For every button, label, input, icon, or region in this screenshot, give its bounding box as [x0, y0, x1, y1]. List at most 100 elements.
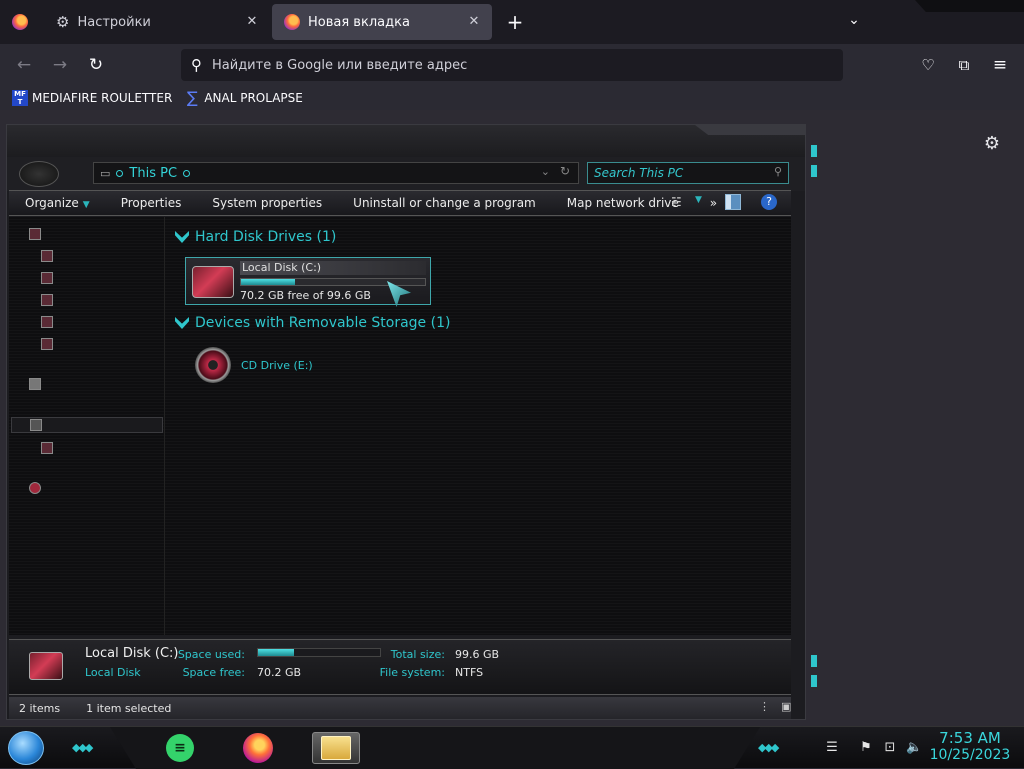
- drive-c-name: Local Disk (C:): [240, 261, 426, 275]
- frame-decoration: [695, 125, 805, 135]
- nav-item-downloads[interactable]: [41, 269, 53, 287]
- organize-button[interactable]: Organize ▼: [9, 191, 105, 215]
- mediafire-icon: MF T: [12, 90, 28, 106]
- nav-item-library[interactable]: [41, 313, 53, 331]
- nav-item-recent[interactable]: [41, 291, 53, 309]
- notes-app-icon: ≡: [166, 734, 194, 762]
- nav-item-homegroup[interactable]: [29, 375, 41, 393]
- hard-drive-icon: [29, 652, 63, 680]
- address-input[interactable]: [212, 57, 812, 73]
- close-icon[interactable]: ✕: [244, 14, 260, 30]
- page-content: ⚙ ▭ This PC ⌄ ↻ ⚲ Organize▼: [0, 110, 1024, 726]
- extensions-icon[interactable]: ⧉: [952, 53, 976, 77]
- start-button[interactable]: [8, 731, 44, 765]
- details-subtitle: Local Disk: [85, 666, 141, 679]
- hard-drive-icon: [192, 266, 234, 298]
- firefox-menu-icon[interactable]: [12, 14, 28, 30]
- taskbar-decoration: ◆◆◆: [758, 741, 779, 754]
- status-bar: 2 items 1 item selected ⋮ ▣: [9, 697, 791, 719]
- bookmark-mediafire[interactable]: MF T MEDIAFIRE ROULETTER: [12, 90, 172, 106]
- details-title: Local Disk (C:): [85, 646, 179, 661]
- back-nav-orb-icon[interactable]: [19, 161, 59, 187]
- bookmark-second[interactable]: ∑ ANAL PROLAPSE: [184, 90, 303, 106]
- frame-teal-accent: [811, 655, 817, 667]
- details-view-icon[interactable]: ⋮: [749, 700, 770, 713]
- nav-item-favorites[interactable]: [29, 225, 41, 243]
- gear-icon[interactable]: ⚙: [982, 134, 1002, 154]
- forward-arrow-icon[interactable]: →: [48, 53, 72, 77]
- explorer-body: Hard Disk Drives (1) Local Disk (C:) 70.…: [9, 217, 791, 635]
- cd-drive-icon[interactable]: [195, 347, 231, 383]
- total-size-label: Total size:: [390, 648, 445, 661]
- reload-icon[interactable]: ↻: [84, 53, 108, 77]
- sigma-icon: ∑: [186, 88, 198, 107]
- taskbar-clock[interactable]: 7:53 AM 10/25/2023: [928, 729, 1012, 763]
- back-arrow-icon[interactable]: ←: [12, 53, 36, 77]
- taskbar: ◆◆◆ ≡ ◆◆◆ ☰ ⚑ ⊡ 🔈 7:53 AM 10/25/2023: [0, 726, 1024, 769]
- file-system-label: File system:: [379, 666, 445, 679]
- organize-label: Organize: [25, 196, 79, 210]
- file-system-value: NTFS: [455, 666, 484, 679]
- nav-item-network[interactable]: [29, 479, 41, 497]
- history-dropdown-icon[interactable]: ⌄: [541, 165, 550, 178]
- space-used-bar: [257, 648, 381, 657]
- drive-e-name[interactable]: CD Drive (E:): [241, 359, 313, 372]
- search-icon: ⚲: [191, 56, 202, 74]
- breadcrumb-this-pc[interactable]: This PC: [129, 166, 177, 181]
- status-item-count: 2 items: [19, 701, 61, 715]
- preview-pane-icon[interactable]: [725, 194, 741, 210]
- space-free-label: Space free:: [182, 666, 245, 679]
- list-all-tabs-chevron-icon[interactable]: ⌄: [845, 12, 863, 32]
- new-tab-plus-icon[interactable]: +: [505, 10, 525, 34]
- hamburger-menu-icon[interactable]: ≡: [988, 53, 1012, 77]
- browser-nav-bar: ← → ↻ ⚲ ♡ ⧉ ≡: [0, 44, 1024, 86]
- folder-icon: [41, 316, 53, 328]
- view-options-icon[interactable]: ☷: [671, 195, 682, 209]
- space-free-value: 70.2 GB: [257, 666, 302, 679]
- refresh-icon[interactable]: ↻: [560, 164, 570, 178]
- explorer-search-input[interactable]: [594, 166, 764, 180]
- firefox-icon: [284, 14, 300, 30]
- pocket-icon[interactable]: ♡: [916, 53, 940, 77]
- address-bar[interactable]: ⚲: [181, 49, 843, 81]
- explorer-address-row: ▭ This PC ⌄ ↻ ⚲: [7, 157, 805, 191]
- downloads-icon: [41, 272, 53, 284]
- browser-tab-strip: ⚙ Настройки ✕ Новая вкладка ✕ + ⌄: [0, 0, 1024, 44]
- uninstall-program-button[interactable]: Uninstall or change a program: [337, 191, 551, 215]
- group-label: Devices with Removable Storage (1): [195, 315, 451, 331]
- chevron-down-icon[interactable]: ▼: [695, 195, 702, 205]
- drive-c-free-text: 70.2 GB free of 99.6 GB: [240, 289, 371, 302]
- tab-new[interactable]: Новая вкладка ✕: [272, 4, 492, 40]
- chevron-down-icon: [175, 317, 189, 329]
- group-hard-disk-drives[interactable]: Hard Disk Drives (1): [175, 229, 336, 245]
- properties-button[interactable]: Properties: [105, 191, 197, 215]
- nav-item-desktop[interactable]: [41, 247, 53, 265]
- show-hidden-icons-icon[interactable]: ☰: [824, 740, 840, 756]
- bookmark-label: MEDIAFIRE ROULETTER: [32, 91, 173, 105]
- nav-item-folder[interactable]: [41, 335, 53, 353]
- explorer-window: ▭ This PC ⌄ ↻ ⚲ Organize▼ Properties Sys…: [6, 124, 817, 720]
- search-icon: ⚲: [773, 165, 782, 178]
- tab-settings[interactable]: ⚙ Настройки ✕: [44, 4, 270, 40]
- nav-item-this-pc[interactable]: [11, 417, 163, 433]
- frame-teal-accent: [811, 675, 817, 687]
- firefox-app-button[interactable]: [234, 732, 282, 764]
- frame-teal-accent: [811, 165, 817, 177]
- separator-dot-icon: [183, 169, 191, 177]
- help-icon[interactable]: ?: [761, 194, 777, 210]
- status-selection: 1 item selected: [86, 701, 172, 715]
- action-center-flag-icon[interactable]: ⚑: [858, 740, 874, 756]
- large-icons-view-icon[interactable]: ▣: [771, 700, 791, 713]
- separator-dot-icon: [116, 169, 124, 177]
- system-properties-button[interactable]: System properties: [196, 191, 337, 215]
- explorer-search-box[interactable]: ⚲: [587, 162, 789, 184]
- notes-app-button[interactable]: ≡: [156, 732, 204, 764]
- group-removable-storage[interactable]: Devices with Removable Storage (1): [175, 315, 450, 331]
- taskbar-decoration: ◆◆◆: [72, 741, 93, 754]
- explorer-address-bar[interactable]: ▭ This PC ⌄ ↻: [93, 162, 579, 184]
- nav-item-local-disk[interactable]: [41, 439, 53, 457]
- close-icon[interactable]: ✕: [466, 14, 482, 30]
- volume-icon[interactable]: 🔈: [906, 740, 922, 756]
- file-explorer-app-button[interactable]: [312, 732, 360, 764]
- network-icon[interactable]: ⊡: [882, 740, 898, 756]
